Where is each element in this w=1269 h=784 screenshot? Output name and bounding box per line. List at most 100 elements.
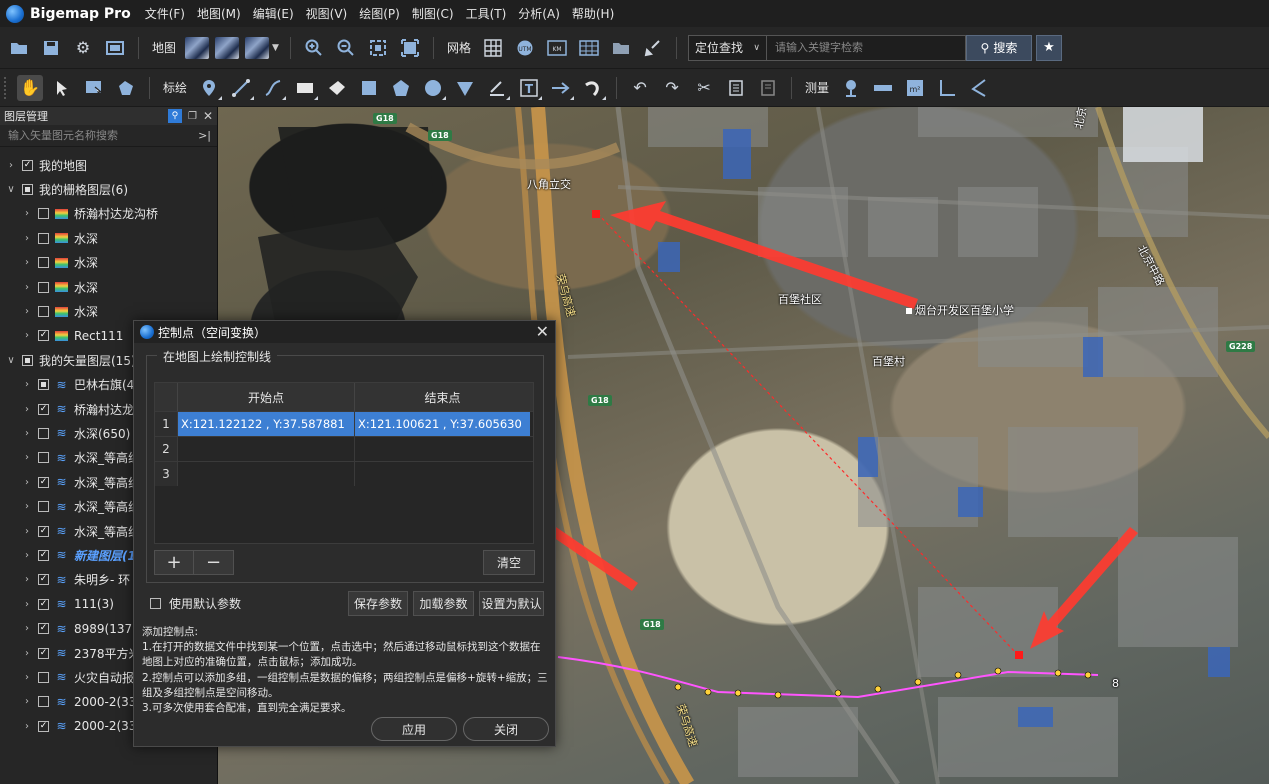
chevron-right-icon[interactable]: › [4,160,18,171]
rectangle-icon[interactable] [292,75,319,101]
freehand-polygon-icon[interactable] [324,75,350,101]
menu-tools[interactable]: 工具(T) [466,5,507,22]
favorite-star-icon[interactable]: ★ [1035,34,1062,61]
full-extent-icon[interactable] [397,35,423,61]
chevron-right-icon[interactable]: › [20,330,34,341]
zoom-out-icon[interactable] [333,35,359,61]
menu-view[interactable]: 视图(V) [306,5,348,22]
layer-search-icon[interactable]: ⚲ [167,109,182,123]
text-annotation-icon[interactable] [484,75,511,101]
map-source-satellite-icon[interactable] [185,36,210,59]
chevron-right-icon[interactable]: › [20,550,34,561]
copy-doc-icon[interactable] [723,75,749,101]
map-source-hybrid-icon[interactable] [215,36,240,59]
chevron-right-icon[interactable]: › [20,672,34,683]
start-point-cell[interactable] [177,437,354,461]
chevron-down-icon[interactable]: ∨ [4,184,18,195]
chevron-right-icon[interactable]: › [20,452,34,463]
menu-map[interactable]: 地图(M) [197,5,241,22]
menu-cartography[interactable]: 制图(C) [412,5,454,22]
layer-visibility-checkbox[interactable] [38,427,49,439]
chevron-right-icon[interactable]: › [20,379,34,390]
layer-visibility-checkbox[interactable] [38,671,49,683]
add-row-button[interactable]: + [155,551,195,574]
control-point-start-marker[interactable] [592,210,600,218]
end-point-cell[interactable] [354,462,530,486]
menu-help[interactable]: 帮助(H) [572,5,614,22]
layer-filter-input[interactable] [8,129,188,142]
chevron-right-icon[interactable]: › [20,404,34,415]
layer-visibility-checkbox[interactable] [38,232,49,244]
redo-icon[interactable]: ↷ [659,75,685,101]
chevron-down-icon[interactable]: ∨ [4,355,18,366]
map-sheet-grid-icon[interactable] [576,35,602,61]
square-icon[interactable] [356,75,382,101]
km-grid-icon[interactable]: KM [544,35,570,61]
measure-angle-icon[interactable] [934,75,960,101]
grid-icon[interactable] [480,35,506,61]
layer-visibility-checkbox[interactable]: ✓ [38,623,49,635]
use-default-params-row[interactable]: 使用默认参数 [150,595,241,612]
layer-visibility-checkbox[interactable]: ✓ [38,647,49,659]
zoom-in-icon[interactable] [301,35,327,61]
chevron-right-icon[interactable]: › [20,599,34,610]
settings-gear-icon[interactable]: ⚙ [70,35,96,61]
layer-visibility-checkbox[interactable] [38,208,49,220]
chevron-right-icon[interactable]: › [20,477,34,488]
polygon-select-icon[interactable] [113,75,139,101]
layer-visibility-checkbox[interactable]: ✓ [38,476,49,488]
measure-distance-icon[interactable] [870,75,896,101]
undo-icon[interactable]: ↶ [627,75,653,101]
layer-visibility-checkbox[interactable]: ✓ [38,720,49,732]
search-input[interactable] [765,34,966,61]
clear-button[interactable]: 清空 [483,550,535,575]
save-params-button[interactable]: 保存参数 [348,591,408,616]
chevron-right-icon[interactable]: › [20,526,34,537]
menu-draw[interactable]: 绘图(P) [359,5,400,22]
chevron-right-icon[interactable]: › [20,696,34,707]
clear-brush-icon[interactable] [640,35,666,61]
apply-button[interactable]: 应用 [371,717,457,741]
paste-doc-icon[interactable] [755,75,781,101]
chevron-right-icon[interactable]: › [20,501,34,512]
layer-visibility-checkbox[interactable] [38,306,49,318]
table-row[interactable]: 1 X:121.122122 , Y:37.587881 X:121.100621 … [155,411,533,436]
chevron-right-icon[interactable]: › [20,721,34,732]
layer-tree-item[interactable]: › 水深 [0,275,217,299]
chevron-right-icon[interactable]: › [20,257,34,268]
layer-visibility-checkbox[interactable]: ✓ [38,330,49,342]
label-t-icon[interactable]: T [516,75,543,101]
scissors-icon[interactable]: ✂ [691,75,717,101]
search-type-select[interactable]: 定位查找 ∨ [687,34,766,61]
curve-line-icon[interactable] [260,75,287,101]
control-point-end-marker[interactable] [1015,651,1023,659]
polyline-icon[interactable] [228,75,255,101]
table-row[interactable]: 2 [155,436,533,461]
layer-visibility-checkbox[interactable]: ✓ [38,525,49,537]
layer-visibility-checkbox[interactable] [38,257,49,269]
layer-visibility-checkbox[interactable]: ✓ [38,403,49,415]
table-row[interactable]: 3 [155,461,533,486]
chevron-right-icon[interactable]: › [20,623,34,634]
layer-visibility-checkbox[interactable] [38,501,49,513]
toolbar-grip[interactable] [4,76,8,99]
layer-tree-item[interactable]: ∨ 我的栅格图层(6) [0,177,217,201]
layer-visibility-checkbox[interactable]: ✓ [22,159,33,171]
layer-visibility-checkbox[interactable] [38,379,49,391]
menu-file[interactable]: 文件(F) [145,5,185,22]
chevron-right-icon[interactable]: › [20,282,34,293]
layer-visibility-checkbox[interactable] [38,281,49,293]
screen-image-icon[interactable] [102,35,128,61]
map-source-more-icon[interactable] [245,36,270,59]
restore-window-icon[interactable]: ❐ [188,111,197,122]
search-button[interactable]: ⚲ 搜索 [965,34,1032,61]
select-arrow-icon[interactable] [49,75,75,101]
arrow-right-icon[interactable] [548,75,575,101]
measure-point-icon[interactable] [838,75,864,101]
start-point-cell[interactable]: X:121.122122 , Y:37.587881 [177,412,354,436]
layer-visibility-checkbox[interactable] [38,696,49,708]
layer-tree-item[interactable]: › 桥瀚村达龙沟桥 [0,202,217,226]
chevron-right-icon[interactable]: › [20,574,34,585]
layer-visibility-checkbox[interactable]: ✓ [38,598,49,610]
layer-visibility-checkbox[interactable]: ✓ [38,574,49,586]
